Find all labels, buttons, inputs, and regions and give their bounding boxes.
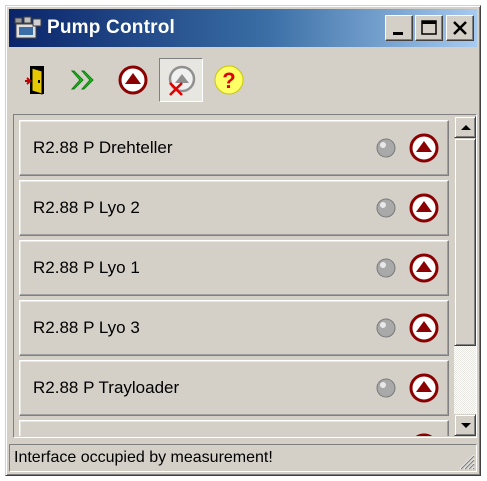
pump-control-window: Pump Control ? R2.88 P Drehteller R2.88 … bbox=[5, 5, 481, 476]
resize-grip-icon[interactable] bbox=[457, 452, 475, 470]
arrow-down-icon bbox=[461, 423, 471, 428]
pump-row-lyo-3[interactable]: R2.88 P Lyo 3 bbox=[19, 300, 449, 356]
up-arrow-circle-icon[interactable] bbox=[408, 432, 440, 436]
status-message: Interface occupied by measurement! bbox=[14, 449, 273, 466]
question-icon: ? bbox=[214, 65, 244, 95]
up-arrow-circle-icon[interactable] bbox=[408, 372, 440, 404]
pump-disabled-icon bbox=[168, 65, 196, 96]
gray-led-icon bbox=[376, 198, 396, 218]
help-button[interactable]: ? bbox=[207, 58, 251, 102]
scroll-up-button[interactable] bbox=[454, 116, 476, 138]
start-all-button[interactable] bbox=[63, 58, 107, 102]
window-controls bbox=[383, 15, 474, 41]
minimize-button[interactable] bbox=[385, 15, 413, 41]
arrow-up-icon bbox=[461, 125, 471, 130]
up-arrow-circle-icon[interactable] bbox=[408, 132, 440, 164]
vertical-scrollbar[interactable] bbox=[454, 116, 476, 436]
minimize-icon bbox=[393, 32, 403, 35]
gray-led-icon bbox=[376, 258, 396, 278]
pump-row-trayloader[interactable]: R2.88 P Trayloader bbox=[19, 360, 449, 416]
pump-label: R2.88 P Trayloader bbox=[33, 378, 180, 397]
up-arrow-circle-icon[interactable] bbox=[408, 312, 440, 344]
title-bar[interactable]: Pump Control bbox=[9, 9, 477, 47]
exit-door-icon bbox=[25, 66, 44, 95]
up-arrow-circle-icon bbox=[118, 65, 148, 95]
close-button[interactable] bbox=[446, 15, 474, 41]
pump-label: R2.88 P Lyo 2 bbox=[33, 198, 140, 217]
close-icon bbox=[453, 21, 467, 35]
pump-row-lyo-1[interactable]: R2.88 P Lyo 1 bbox=[19, 240, 449, 296]
double-arrow-right-icon bbox=[70, 70, 94, 90]
pump-disabled-button[interactable] bbox=[159, 58, 203, 102]
toolbar: ? bbox=[9, 50, 477, 110]
pump-list[interactable]: R2.88 P Drehteller R2.88 P Lyo 2 R2.88 P… bbox=[13, 114, 477, 438]
window-title: Pump Control bbox=[47, 17, 175, 38]
pump-row-partial[interactable] bbox=[19, 420, 449, 436]
pump-list-viewport: R2.88 P Drehteller R2.88 P Lyo 2 R2.88 P… bbox=[15, 116, 453, 436]
pump-control-app-icon[interactable] bbox=[13, 15, 43, 41]
scrollbar-thumb[interactable] bbox=[454, 138, 476, 346]
up-arrow-circle-icon[interactable] bbox=[408, 252, 440, 284]
gray-led-icon bbox=[376, 378, 396, 398]
pump-label: R2.88 P Drehteller bbox=[33, 138, 173, 157]
pump-label: R2.88 P Lyo 1 bbox=[33, 258, 140, 277]
pump-row-drehteller[interactable]: R2.88 P Drehteller bbox=[19, 120, 449, 176]
exit-button[interactable] bbox=[15, 58, 59, 102]
pump-row-lyo-2[interactable]: R2.88 P Lyo 2 bbox=[19, 180, 449, 236]
up-arrow-circle-icon[interactable] bbox=[408, 192, 440, 224]
scroll-down-button[interactable] bbox=[454, 414, 476, 436]
svg-text:?: ? bbox=[222, 68, 235, 93]
gray-led-icon bbox=[376, 318, 396, 338]
gray-led-icon bbox=[376, 138, 396, 158]
pump-up-button[interactable] bbox=[111, 58, 155, 102]
maximize-button[interactable] bbox=[415, 15, 443, 41]
pump-label: R2.88 P Lyo 3 bbox=[33, 318, 140, 337]
status-bar: Interface occupied by measurement! bbox=[9, 444, 477, 472]
maximize-icon bbox=[421, 20, 437, 35]
